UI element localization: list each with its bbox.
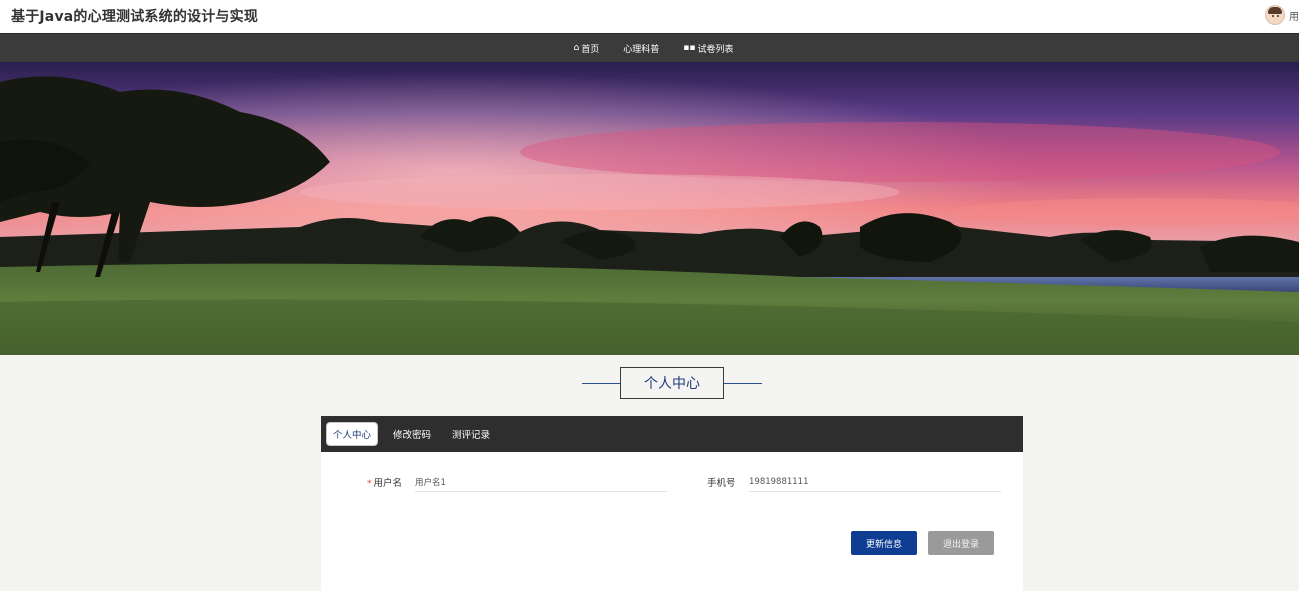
section-heading: 个人中心 [0,367,1299,399]
username-row: * 用户名 [366,472,667,492]
tab-personal-center[interactable]: 个人中心 [326,422,379,446]
tab-change-password[interactable]: 修改密码 [387,422,437,446]
avatar[interactable] [1265,5,1285,25]
update-info-button[interactable]: 更新信息 [851,531,917,555]
logout-button[interactable]: 退出登录 [928,531,994,555]
phone-row: 手机号 [707,472,1001,492]
nav-item-label: 试卷列表 [697,44,734,55]
site-title: 基于Java的心理测试系统的设计与实现 [11,9,259,25]
required-mark: * [366,479,372,489]
section-title: 个人中心 [620,367,724,399]
nav-item-label: 首页 [581,44,600,55]
nav-item-label: 心理科普 [623,44,660,55]
nav-item-psych-science[interactable]: 心理科普 [623,42,659,55]
tab-test-records[interactable]: 测评记录 [446,422,496,446]
profile-panel: 个人中心 修改密码 测评记录 *用户名 手机号 更新信息 退出登录 [321,416,1023,591]
home-icon: ⌂ [573,42,580,53]
main-nav: ⌂ 首页 心理科普 ▪▪ 试卷列表 [0,33,1299,62]
heading-divider-left [582,383,620,384]
user-menu[interactable]: 用 [1265,4,1299,26]
nav-item-home[interactable]: ⌂ 首页 [574,42,600,55]
grid-icon: ▪▪ [683,42,696,53]
nav-item-paper-list[interactable]: ▪▪ 试卷列表 [683,42,733,55]
username-field[interactable] [415,472,667,492]
tab-bar: 个人中心 修改密码 测评记录 [321,416,1023,452]
banner-image [0,62,1299,355]
heading-divider-right [724,383,762,384]
top-header: 基于Java的心理测试系统的设计与实现 用 [0,0,1299,33]
username-label: * 用户名 [366,478,402,489]
phone-field[interactable] [749,472,1001,492]
phone-label: 手机号 [707,478,736,489]
user-name[interactable]: 用 [1289,8,1299,23]
